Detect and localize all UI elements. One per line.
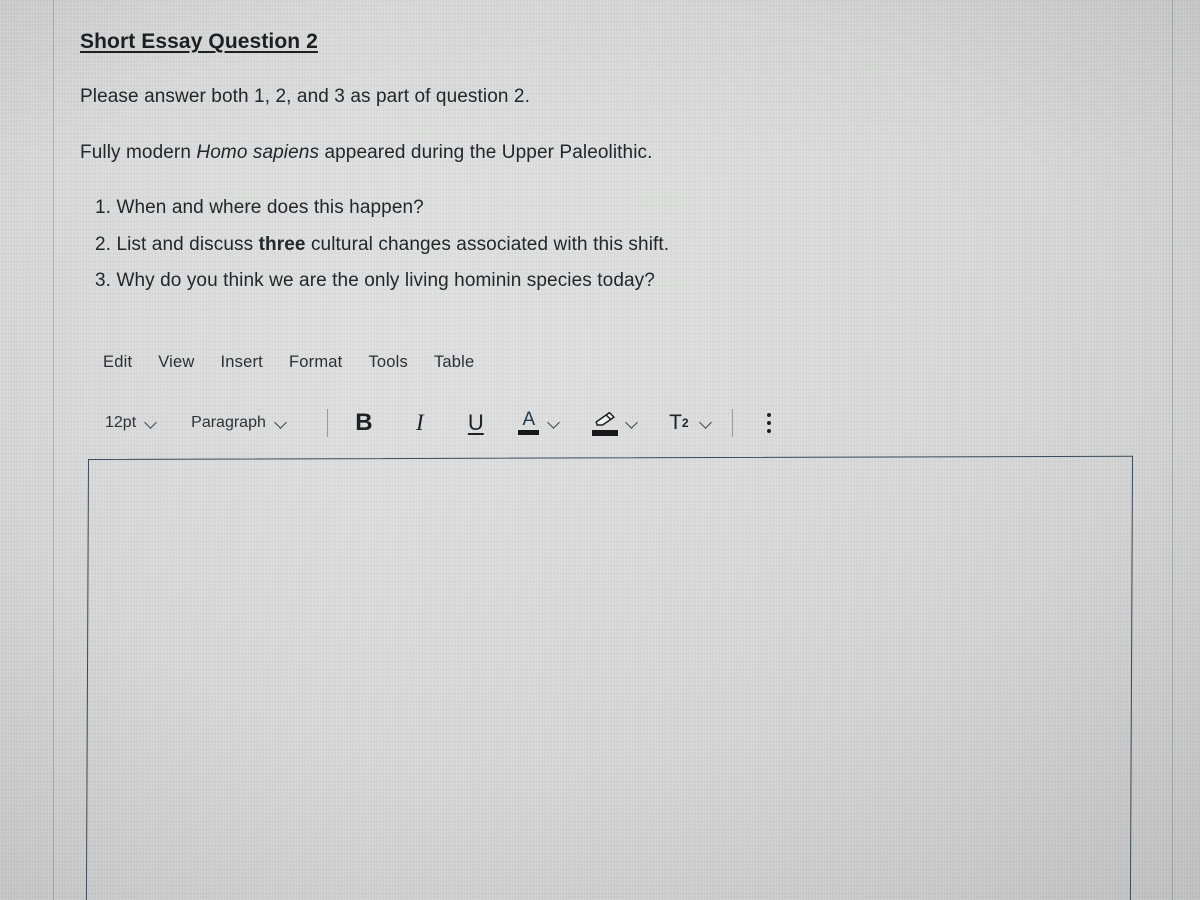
block-format-dropdown[interactable]: Paragraph xyxy=(191,414,287,432)
menu-item-edit[interactable]: Edit xyxy=(103,353,132,372)
answer-textarea[interactable] xyxy=(85,455,1134,900)
italic-button[interactable]: I xyxy=(402,407,438,439)
text-color-icon: A xyxy=(522,409,536,430)
highlight-color-button[interactable] xyxy=(588,407,622,439)
instructions-text: Please answer both 1, 2, and 3 as part o… xyxy=(80,86,530,107)
question-1-number: 1. xyxy=(95,197,112,218)
text-color-button[interactable]: A xyxy=(514,407,544,439)
page-title: Short Essay Question 2 xyxy=(80,30,318,53)
highlighter-pen-icon xyxy=(595,411,615,426)
question-2-number: 2. xyxy=(95,234,112,255)
question-list-item-3: 3. Why do you think we are the only livi… xyxy=(95,270,655,292)
more-options-icon[interactable] xyxy=(759,408,779,438)
superscript-exponent: 2 xyxy=(681,416,689,430)
editor-toolbar: 12pt Paragraph B I U A T2 xyxy=(105,406,779,440)
block-format-value: Paragraph xyxy=(191,414,266,431)
question-3-text: Why do you think we are the only living … xyxy=(116,270,655,291)
statement-prefix: Fully modern xyxy=(80,142,197,163)
prompt-statement-text: Fully modern Homo sapiens appeared durin… xyxy=(80,142,653,164)
more-dot xyxy=(766,421,771,425)
chevron-down-icon xyxy=(275,417,287,429)
question-3-number: 3. xyxy=(95,270,112,291)
species-name-italic: Homo sapiens xyxy=(196,142,320,163)
question-2-prefix: List and discuss xyxy=(116,234,259,255)
question-2-emphasis: three xyxy=(258,234,306,255)
underline-button[interactable]: U xyxy=(458,407,494,439)
toolbar-divider xyxy=(326,409,328,437)
superscript-base: T xyxy=(669,411,682,434)
text-color-swatch xyxy=(518,430,540,435)
chevron-down-icon[interactable] xyxy=(700,417,712,429)
more-dot xyxy=(766,429,771,433)
toolbar-divider xyxy=(731,409,733,437)
more-dot xyxy=(766,413,771,417)
editor-menubar: Edit View Insert Format Tools Table xyxy=(103,353,474,372)
menu-item-view[interactable]: View xyxy=(158,353,194,372)
font-size-value: 12pt xyxy=(105,414,137,431)
superscript-button[interactable]: T2 xyxy=(664,407,694,439)
question-2-suffix: cultural changes associated with this sh… xyxy=(305,234,670,255)
bold-button[interactable]: B xyxy=(346,407,382,439)
chevron-down-icon[interactable] xyxy=(548,417,560,429)
menu-item-format[interactable]: Format xyxy=(289,353,342,372)
question-page: Short Essay Question 2 Please answer bot… xyxy=(0,0,1200,900)
chevron-down-icon xyxy=(145,417,157,429)
chevron-down-icon[interactable] xyxy=(626,417,638,429)
question-list-item-1: 1. When and where does this happen? xyxy=(95,197,424,219)
statement-suffix: appeared during the Upper Paleolithic. xyxy=(319,142,653,163)
font-size-dropdown[interactable]: 12pt xyxy=(105,414,157,432)
menu-item-table[interactable]: Table xyxy=(434,353,474,372)
question-1-text: When and where does this happen? xyxy=(116,197,424,218)
menu-item-insert[interactable]: Insert xyxy=(221,353,263,372)
question-list-item-2: 2. List and discuss three cultural chang… xyxy=(95,234,669,256)
highlight-color-swatch xyxy=(591,429,618,436)
menu-item-tools[interactable]: Tools xyxy=(368,353,408,372)
